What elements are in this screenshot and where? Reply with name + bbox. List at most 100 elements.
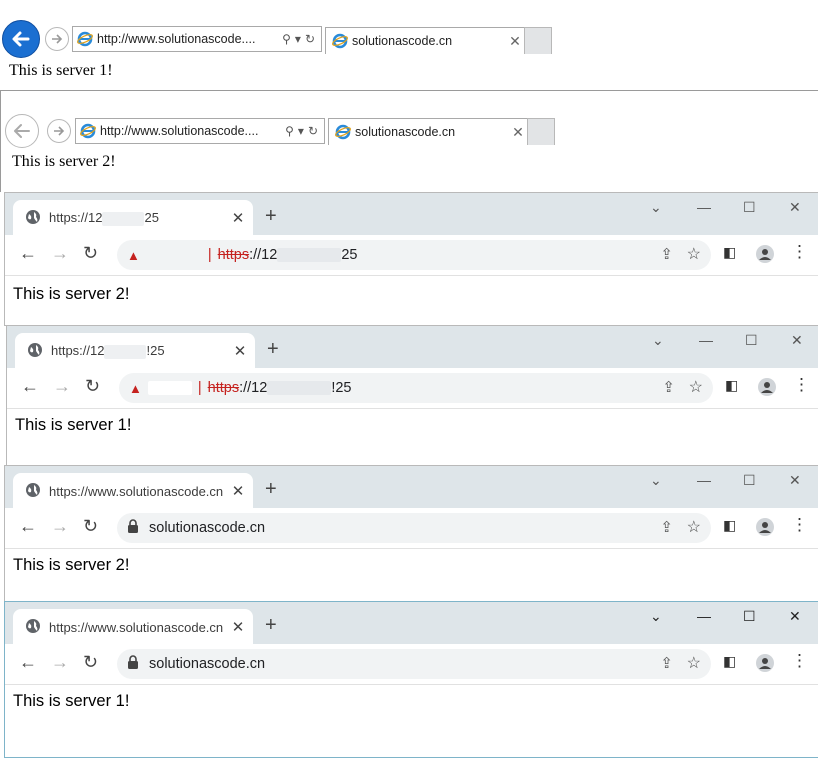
- maximize-button[interactable]: ☐: [743, 608, 756, 625]
- side-panel-icon[interactable]: ◧: [723, 653, 736, 670]
- tab-search-icon[interactable]: ⌄: [652, 332, 664, 349]
- dropdown-icon[interactable]: ▾: [295, 32, 301, 46]
- menu-icon[interactable]: ⋮: [791, 515, 808, 535]
- forward-button[interactable]: →: [51, 652, 69, 673]
- close-tab-icon[interactable]: ✕: [509, 124, 527, 141]
- page-body-text: This is server 1!: [15, 416, 132, 434]
- address-bar[interactable]: solutionascode.cn ⇪ ☆: [117, 513, 711, 543]
- chrome-window-1: https://12 25 ✕ + ⌄ — ☐ ✕ ← → ↻ ▲ | https…: [4, 192, 818, 326]
- back-button[interactable]: [2, 20, 40, 58]
- minimize-button[interactable]: —: [699, 332, 713, 348]
- minimize-button[interactable]: —: [697, 199, 711, 215]
- back-button[interactable]: ←: [19, 516, 37, 537]
- new-tab-button[interactable]: +: [265, 614, 277, 637]
- tab-title: https://www.solutionascode.cn: [49, 483, 224, 499]
- page-body-text: This is server 2!: [13, 285, 130, 303]
- lock-icon[interactable]: [127, 519, 139, 537]
- star-icon[interactable]: ☆: [689, 377, 703, 397]
- close-tab-icon[interactable]: ✕: [229, 342, 251, 360]
- side-panel-icon[interactable]: ◧: [723, 517, 736, 534]
- ie-logo-icon: [80, 123, 96, 139]
- toolbar: ← → ↻ solutionascode.cn ⇪ ☆ ◧ ⋮: [5, 644, 818, 685]
- forward-button[interactable]: [45, 27, 69, 51]
- address-bar[interactable]: ▲ | https://12 25 ⇪ ☆: [117, 240, 711, 270]
- address-bar[interactable]: ▲ | https://12 !25 ⇪ ☆: [119, 373, 713, 403]
- refresh-icon[interactable]: ↻: [308, 124, 318, 138]
- new-tab-button[interactable]: [524, 27, 552, 54]
- tab-ip-address[interactable]: https://12 !25 ✕: [15, 333, 255, 369]
- menu-icon[interactable]: ⋮: [791, 651, 808, 671]
- tab-ip-address[interactable]: https://12 25 ✕: [13, 200, 253, 236]
- tab-solutionascode[interactable]: solutionascode.cn ✕: [325, 27, 525, 54]
- tab-solutionascode[interactable]: solutionascode.cn ✕: [328, 118, 528, 145]
- menu-icon[interactable]: ⋮: [791, 242, 808, 262]
- close-tab-icon[interactable]: ✕: [227, 482, 249, 500]
- page-body-text: This is server 1!: [9, 62, 113, 79]
- address-bar[interactable]: http://www.solutionascode.... ⚲ ▾ ↻: [72, 26, 322, 52]
- address-bar[interactable]: solutionascode.cn ⇪ ☆: [117, 649, 711, 679]
- tab-search-icon[interactable]: ⌄: [650, 199, 662, 216]
- close-window-button[interactable]: ✕: [789, 472, 801, 489]
- new-tab-button[interactable]: +: [267, 338, 279, 361]
- address-text: https://12 25: [217, 247, 358, 263]
- close-window-button[interactable]: ✕: [789, 608, 801, 625]
- close-tab-icon[interactable]: ✕: [227, 209, 249, 227]
- share-icon[interactable]: ⇪: [660, 654, 673, 672]
- toolbar: ← → ↻ ▲ | https://12 !25 ⇪ ☆ ◧ ⋮: [7, 368, 818, 409]
- search-icon[interactable]: ⚲: [285, 124, 294, 138]
- close-window-button[interactable]: ✕: [789, 199, 801, 216]
- forward-button[interactable]: →: [53, 376, 71, 397]
- tab-search-icon[interactable]: ⌄: [650, 472, 662, 489]
- close-tab-icon[interactable]: ✕: [227, 618, 249, 636]
- share-icon[interactable]: ⇪: [660, 245, 673, 263]
- profile-icon[interactable]: [755, 653, 775, 676]
- tab-title: https://12 !25: [51, 343, 165, 359]
- tab-search-icon[interactable]: ⌄: [650, 608, 662, 625]
- toolbar: ← → ↻ solutionascode.cn ⇪ ☆ ◧ ⋮: [5, 508, 818, 549]
- profile-icon[interactable]: [755, 244, 775, 267]
- new-tab-button[interactable]: +: [265, 205, 277, 228]
- forward-button[interactable]: →: [51, 243, 69, 264]
- menu-icon[interactable]: ⋮: [793, 375, 810, 395]
- star-icon[interactable]: ☆: [687, 653, 701, 673]
- address-text: http://www.solutionascode....: [97, 32, 256, 46]
- minimize-button[interactable]: —: [697, 472, 711, 488]
- forward-button[interactable]: [47, 119, 71, 143]
- reload-button[interactable]: ↻: [85, 376, 100, 397]
- close-tab-icon[interactable]: ✕: [506, 33, 524, 50]
- back-button[interactable]: ←: [19, 652, 37, 673]
- back-arrow-icon: [14, 124, 30, 138]
- star-icon[interactable]: ☆: [687, 517, 701, 537]
- dropdown-icon[interactable]: ▾: [298, 124, 304, 138]
- share-icon[interactable]: ⇪: [662, 378, 675, 396]
- side-panel-icon[interactable]: ◧: [723, 244, 736, 261]
- reload-button[interactable]: ↻: [83, 652, 98, 673]
- tab-solutionascode[interactable]: https://www.solutionascode.cn ✕: [13, 473, 253, 509]
- maximize-button[interactable]: ☐: [743, 472, 756, 489]
- minimize-button[interactable]: —: [697, 608, 711, 624]
- star-icon[interactable]: ☆: [687, 244, 701, 264]
- ie-logo-icon: [332, 33, 348, 49]
- tab-solutionascode[interactable]: https://www.solutionascode.cn ✕: [13, 609, 253, 645]
- side-panel-icon[interactable]: ◧: [725, 377, 738, 394]
- tab-title: solutionascode.cn: [355, 125, 456, 139]
- maximize-button[interactable]: ☐: [745, 332, 758, 349]
- profile-icon[interactable]: [755, 517, 775, 540]
- search-icon[interactable]: ⚲: [282, 32, 291, 46]
- close-window-button[interactable]: ✕: [791, 332, 803, 349]
- back-button[interactable]: [5, 114, 39, 148]
- reload-button[interactable]: ↻: [83, 243, 98, 264]
- refresh-icon[interactable]: ↻: [305, 32, 315, 46]
- back-button[interactable]: ←: [19, 243, 37, 264]
- maximize-button[interactable]: ☐: [743, 199, 756, 216]
- lock-icon[interactable]: [127, 655, 139, 673]
- address-bar[interactable]: http://www.solutionascode.... ⚲ ▾ ↻: [75, 118, 325, 144]
- reload-button[interactable]: ↻: [83, 516, 98, 537]
- new-tab-button[interactable]: [527, 118, 555, 145]
- new-tab-button[interactable]: +: [265, 478, 277, 501]
- profile-icon[interactable]: [757, 377, 777, 400]
- back-button[interactable]: ←: [21, 376, 39, 397]
- forward-button[interactable]: →: [51, 516, 69, 537]
- page-body-text: This is server 1!: [13, 692, 130, 710]
- share-icon[interactable]: ⇪: [660, 518, 673, 536]
